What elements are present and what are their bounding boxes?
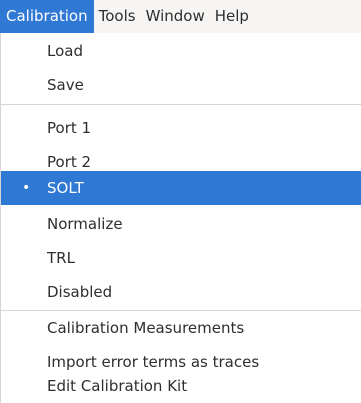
menu-tools[interactable]: Tools — [94, 0, 141, 33]
menu-item-trl[interactable]: TRL — [1, 241, 361, 275]
calibration-dropdown-menu: Load Save Port 1 Port 2 • SOLT Normalize… — [0, 33, 361, 403]
menu-item-label: SOLT — [47, 179, 84, 197]
menu-item-label: Save — [47, 76, 84, 94]
menu-separator — [1, 104, 361, 105]
radio-bullet-icon: • — [22, 180, 31, 196]
menu-item-disabled[interactable]: Disabled — [1, 275, 361, 309]
menu-item-label: Calibration Measurements — [47, 319, 245, 337]
menu-item-edit-calibration-kit[interactable]: Edit Calibration Kit — [1, 369, 361, 403]
menu-item-calibration-measurements[interactable]: Calibration Measurements — [1, 311, 361, 345]
menu-window[interactable]: Window — [141, 0, 210, 33]
menu-item-label: Disabled — [47, 283, 113, 301]
menu-item-normalize[interactable]: Normalize — [1, 207, 361, 241]
menu-item-label: Normalize — [47, 215, 123, 233]
menu-item-solt[interactable]: • SOLT — [1, 171, 361, 205]
menu-help[interactable]: Help — [210, 0, 254, 33]
menu-item-save[interactable]: Save — [1, 68, 361, 102]
menu-item-label: TRL — [47, 249, 75, 267]
menu-item-load[interactable]: Load — [1, 34, 361, 68]
menu-item-port-1[interactable]: Port 1 — [1, 111, 361, 145]
menu-item-label: Load — [47, 42, 83, 60]
menu-calibration[interactable]: Calibration — [0, 0, 94, 33]
menu-item-label: Port 1 — [47, 119, 92, 137]
menu-item-label: Edit Calibration Kit — [47, 377, 188, 395]
menu-bar: Calibration Tools Window Help — [0, 0, 361, 33]
